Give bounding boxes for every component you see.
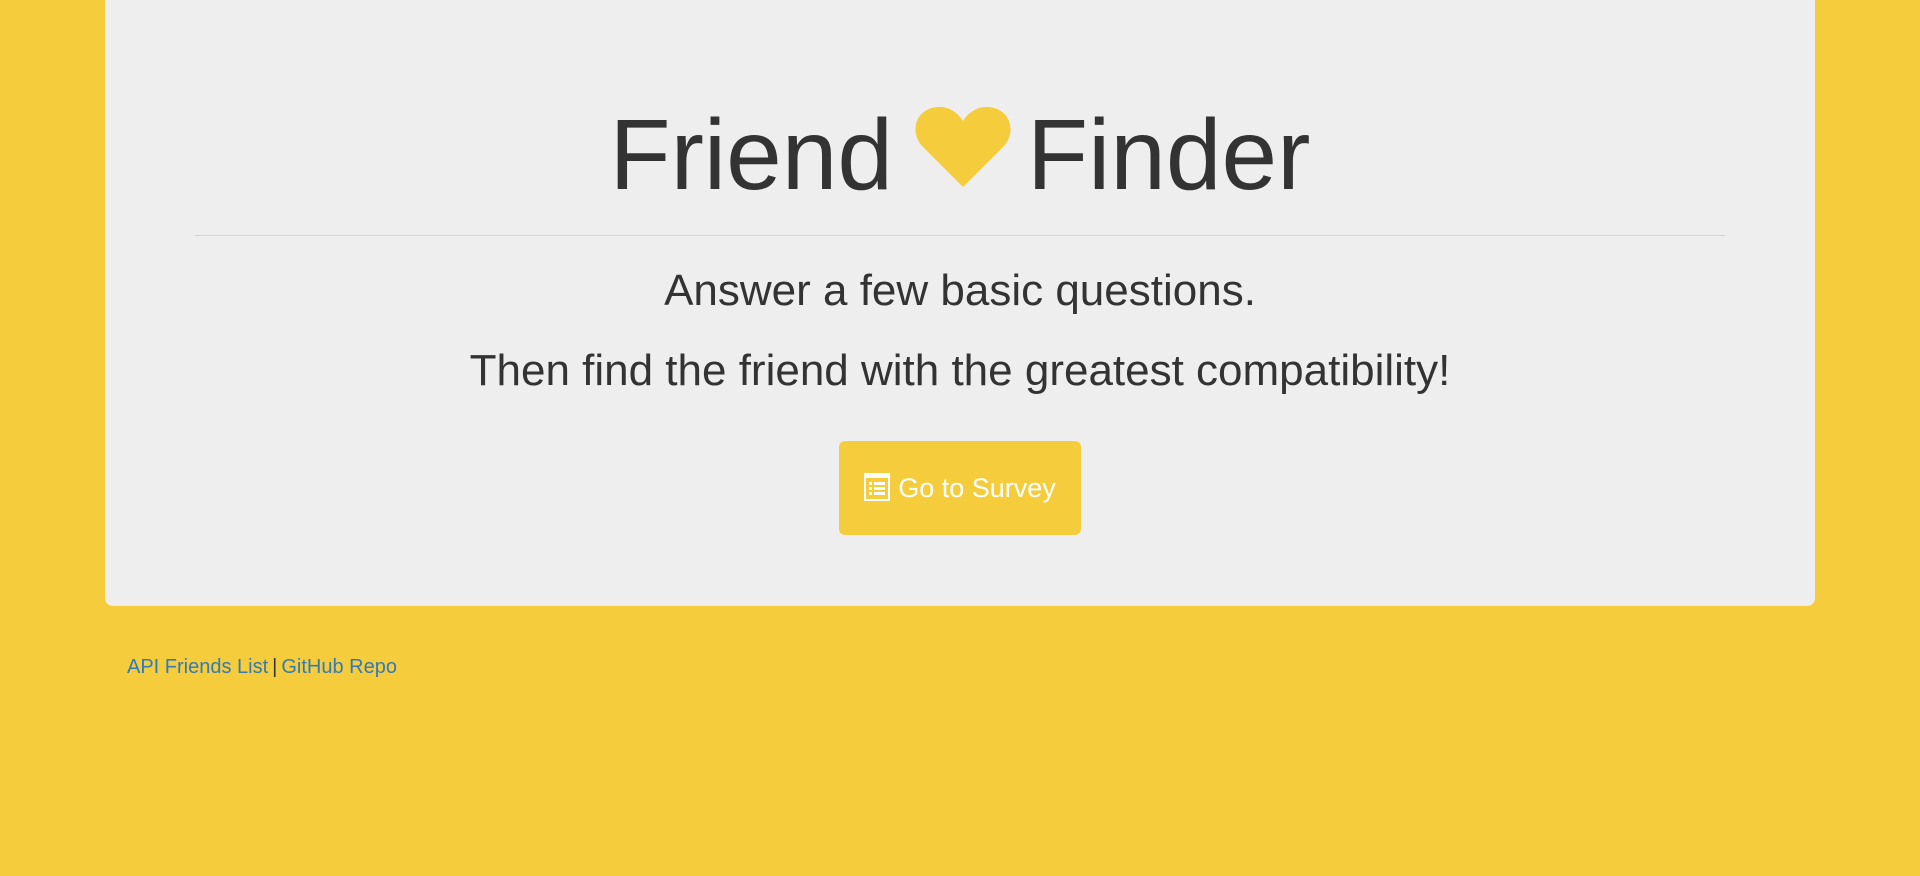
page-title: Friend Finder — [105, 95, 1815, 215]
list-alt-icon — [864, 473, 891, 501]
footer: API Friends List | GitHub Repo — [127, 652, 397, 682]
github-repo-link[interactable]: GitHub Repo — [281, 656, 397, 678]
heart-icon — [915, 106, 1011, 187]
intro-line-2: Then find the friend with the greatest c… — [469, 346, 1451, 395]
footer-separator: | — [272, 656, 278, 678]
divider — [195, 235, 1725, 236]
go-to-survey-button[interactable]: Go to Survey — [839, 441, 1081, 535]
api-friends-list-link[interactable]: API Friends List — [127, 656, 268, 678]
title-left: Friend — [609, 99, 893, 211]
title-right: Finder — [1027, 99, 1311, 211]
intro-line-1: Answer a few basic questions. — [664, 266, 1256, 315]
jumbotron: Friend Finder Answer a few basic question… — [105, 0, 1815, 606]
go-to-survey-label: Go to Survey — [898, 472, 1056, 503]
